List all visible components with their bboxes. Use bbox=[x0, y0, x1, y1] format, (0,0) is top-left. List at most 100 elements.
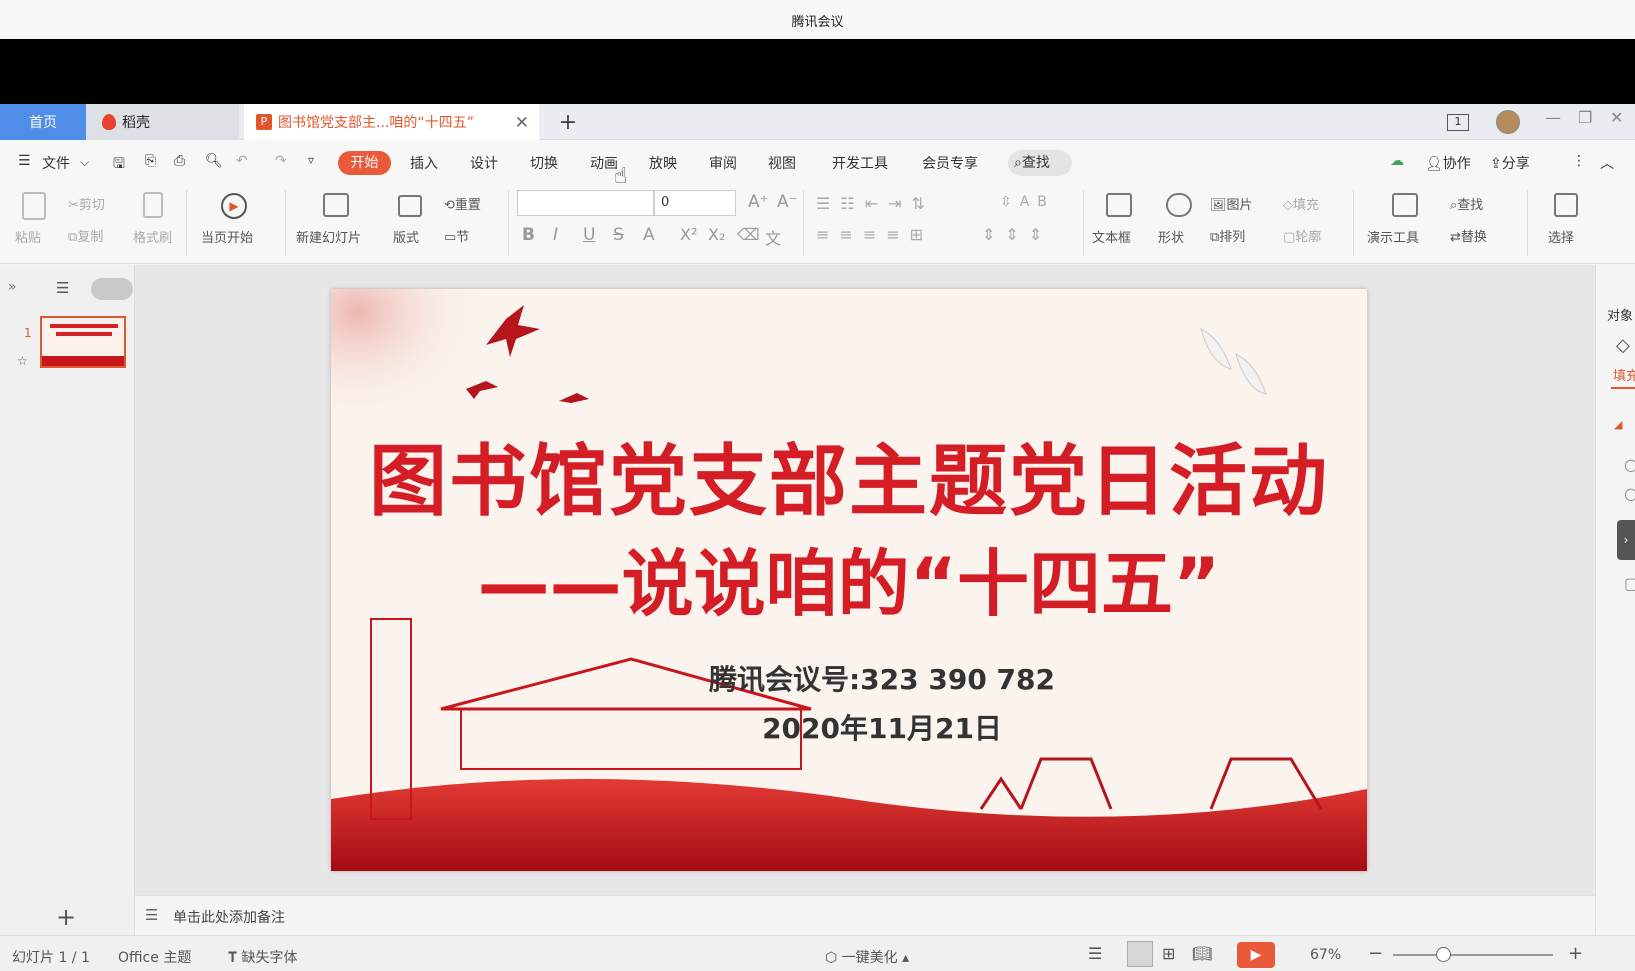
checkbox-option[interactable]: ▢ bbox=[1624, 574, 1635, 593]
notes-placeholder[interactable]: 单击此处添加备注 bbox=[173, 907, 285, 927]
more-options-icon[interactable]: ⋮ bbox=[1572, 153, 1586, 169]
menu-review[interactable]: 审阅 bbox=[709, 153, 737, 173]
reset-button[interactable]: ⟲重置 bbox=[444, 194, 481, 213]
underline-icon[interactable]: U bbox=[583, 225, 595, 245]
grid-view-icon[interactable]: ⊞ bbox=[1162, 944, 1175, 963]
page-badge-icon[interactable]: 1 bbox=[1447, 114, 1469, 131]
chevron-down-icon[interactable]: ⌵ bbox=[80, 155, 89, 170]
replace-button[interactable]: ⇄替换 bbox=[1450, 226, 1487, 245]
shape-button[interactable]: 形状 bbox=[1158, 227, 1184, 246]
slide-date[interactable]: 2020年11月21日 bbox=[331, 707, 1367, 747]
italic-icon[interactable]: I bbox=[553, 225, 558, 245]
outline-view-icon[interactable]: ☰ bbox=[56, 279, 69, 297]
redo-icon[interactable]: ↷ bbox=[275, 153, 287, 169]
slide-view-toggle[interactable] bbox=[91, 278, 133, 300]
collapse-ribbon-icon[interactable]: ︿ bbox=[1600, 153, 1614, 173]
font-name-select[interactable] bbox=[517, 190, 654, 216]
theme-name[interactable]: Office 主题 bbox=[118, 947, 191, 967]
section-button[interactable]: ▭节 bbox=[444, 226, 469, 245]
menu-design[interactable]: 设计 bbox=[470, 153, 498, 173]
share-button[interactable]: ⇪分享 bbox=[1490, 153, 1530, 173]
menu-start[interactable]: 开始 bbox=[338, 151, 391, 175]
menu-insert[interactable]: 插入 bbox=[410, 153, 438, 173]
align-icons[interactable]: ≡≡≡≡⊞ bbox=[816, 225, 933, 244]
paste-button[interactable]: 粘贴 bbox=[15, 227, 41, 246]
export-icon[interactable]: ⎘ bbox=[145, 153, 156, 169]
customize-dropdown-icon[interactable]: ▿ bbox=[308, 153, 314, 167]
picture-button[interactable]: 🖼︎图片 bbox=[1210, 194, 1253, 213]
superscript-icon[interactable]: X² bbox=[680, 225, 697, 244]
copy-button[interactable]: ⧉复制 bbox=[68, 226, 103, 245]
bold-icon[interactable]: B bbox=[522, 225, 535, 245]
format-painter-icon[interactable] bbox=[143, 192, 163, 218]
play-icon[interactable]: ▶ bbox=[221, 193, 247, 219]
menu-transition[interactable]: 切换 bbox=[530, 153, 558, 173]
line-spacing-icons[interactable]: ⇕⇕⇕ bbox=[982, 225, 1052, 244]
find-button[interactable]: ⌕查找 bbox=[1450, 194, 1483, 213]
search-box[interactable]: ⌕查找 bbox=[1008, 150, 1072, 176]
presentation-tools-button[interactable]: 演示工具 bbox=[1367, 227, 1419, 246]
arrange-button[interactable]: ⧉排列 bbox=[1210, 226, 1245, 245]
print-preview-icon[interactable]: 🔍︎ bbox=[205, 153, 223, 169]
font-size-select[interactable]: 0 bbox=[654, 190, 736, 216]
layout-icon[interactable] bbox=[398, 195, 422, 217]
notes-bar[interactable]: ☰ 单击此处添加备注 bbox=[135, 895, 1595, 935]
slide-meeting-id[interactable]: 腾讯会议号:323 390 782 bbox=[331, 658, 1367, 698]
subscript-icon[interactable]: X₂ bbox=[708, 225, 725, 244]
increase-font-icon[interactable]: A⁺ bbox=[748, 192, 769, 212]
textbox-icon[interactable] bbox=[1106, 193, 1132, 217]
menu-member[interactable]: 会员专享 bbox=[922, 153, 978, 173]
cloud-sync-icon[interactable]: ☁ bbox=[1390, 153, 1404, 169]
reading-view-icon[interactable]: 📖︎ bbox=[1192, 944, 1212, 963]
notes-toggle-icon[interactable]: ☰ bbox=[1088, 944, 1102, 963]
zoom-slider-track[interactable] bbox=[1393, 954, 1553, 956]
new-slide-icon[interactable] bbox=[323, 193, 349, 217]
strikethrough-icon[interactable]: S bbox=[613, 225, 624, 245]
shape-icon[interactable] bbox=[1166, 193, 1192, 217]
decrease-font-icon[interactable]: A⁻ bbox=[777, 192, 798, 212]
textbox-button[interactable]: 文本框 bbox=[1092, 227, 1131, 246]
menu-file[interactable]: 文件 bbox=[42, 153, 70, 173]
fill-tab[interactable]: 填充 bbox=[1613, 365, 1635, 384]
slide-title-line1[interactable]: 图书馆党支部主题党日活动 bbox=[331, 419, 1367, 531]
menu-developer[interactable]: 开发工具 bbox=[832, 153, 888, 173]
cut-button[interactable]: ✂剪切 bbox=[68, 194, 105, 213]
format-painter-button[interactable]: 格式刷 bbox=[133, 227, 172, 246]
radio-option[interactable]: ○ bbox=[1624, 484, 1635, 503]
collab-button[interactable]: 👤︎协作 bbox=[1425, 153, 1471, 173]
zoom-out-button[interactable]: − bbox=[1368, 943, 1383, 964]
missing-fonts-button[interactable]: 𝐓 缺失字体 bbox=[228, 947, 297, 967]
font-color-icon[interactable]: A bbox=[643, 225, 655, 245]
expand-triangle-icon[interactable]: ◢ bbox=[1614, 418, 1622, 431]
add-slide-button[interactable]: + bbox=[56, 903, 76, 931]
clear-format-icon[interactable]: ⌫ bbox=[737, 225, 760, 244]
undo-icon[interactable]: ↶ bbox=[236, 153, 248, 169]
print-icon[interactable]: ⎙ bbox=[174, 153, 185, 169]
tab-document[interactable]: P 图书馆党支部主...咱的“十四五” ✕ bbox=[244, 104, 539, 140]
tab-daoke[interactable]: 稻壳 bbox=[86, 104, 239, 140]
hamburger-menu-icon[interactable]: ☰ bbox=[18, 153, 31, 169]
zoom-level[interactable]: 67% bbox=[1310, 947, 1341, 963]
select-button[interactable]: 选择 bbox=[1548, 227, 1574, 246]
radio-option[interactable]: ○ bbox=[1624, 455, 1635, 474]
menu-slideshow[interactable]: 放映 bbox=[649, 153, 677, 173]
expand-panel-icon[interactable]: » bbox=[8, 279, 17, 295]
user-avatar[interactable] bbox=[1496, 110, 1520, 134]
new-tab-button[interactable]: + bbox=[552, 104, 584, 140]
play-from-current-button[interactable]: 当页开始 bbox=[201, 227, 253, 246]
list-format-icons[interactable]: ☰☷⇤⇥⇅ bbox=[816, 194, 935, 213]
save-icon[interactable]: 🖫 bbox=[113, 153, 125, 177]
slide-thumbnail[interactable] bbox=[40, 316, 126, 368]
window-close-button[interactable]: ✕ bbox=[1610, 108, 1623, 127]
minimize-button[interactable]: — bbox=[1545, 108, 1561, 127]
text-direction-icons[interactable]: ⇳AB bbox=[1000, 194, 1055, 210]
fill-button[interactable]: ◇填充 bbox=[1283, 194, 1319, 213]
play-slideshow-button[interactable]: ▶ bbox=[1237, 942, 1275, 968]
tab-home[interactable]: 首页 bbox=[0, 104, 86, 140]
select-icon[interactable] bbox=[1554, 193, 1578, 217]
zoom-in-button[interactable]: + bbox=[1568, 943, 1583, 964]
normal-view-icon[interactable] bbox=[1127, 941, 1153, 967]
menu-view[interactable]: 视图 bbox=[768, 153, 796, 173]
phonetic-icon[interactable]: 文 bbox=[765, 225, 781, 249]
layout-button[interactable]: 版式 bbox=[393, 227, 419, 246]
